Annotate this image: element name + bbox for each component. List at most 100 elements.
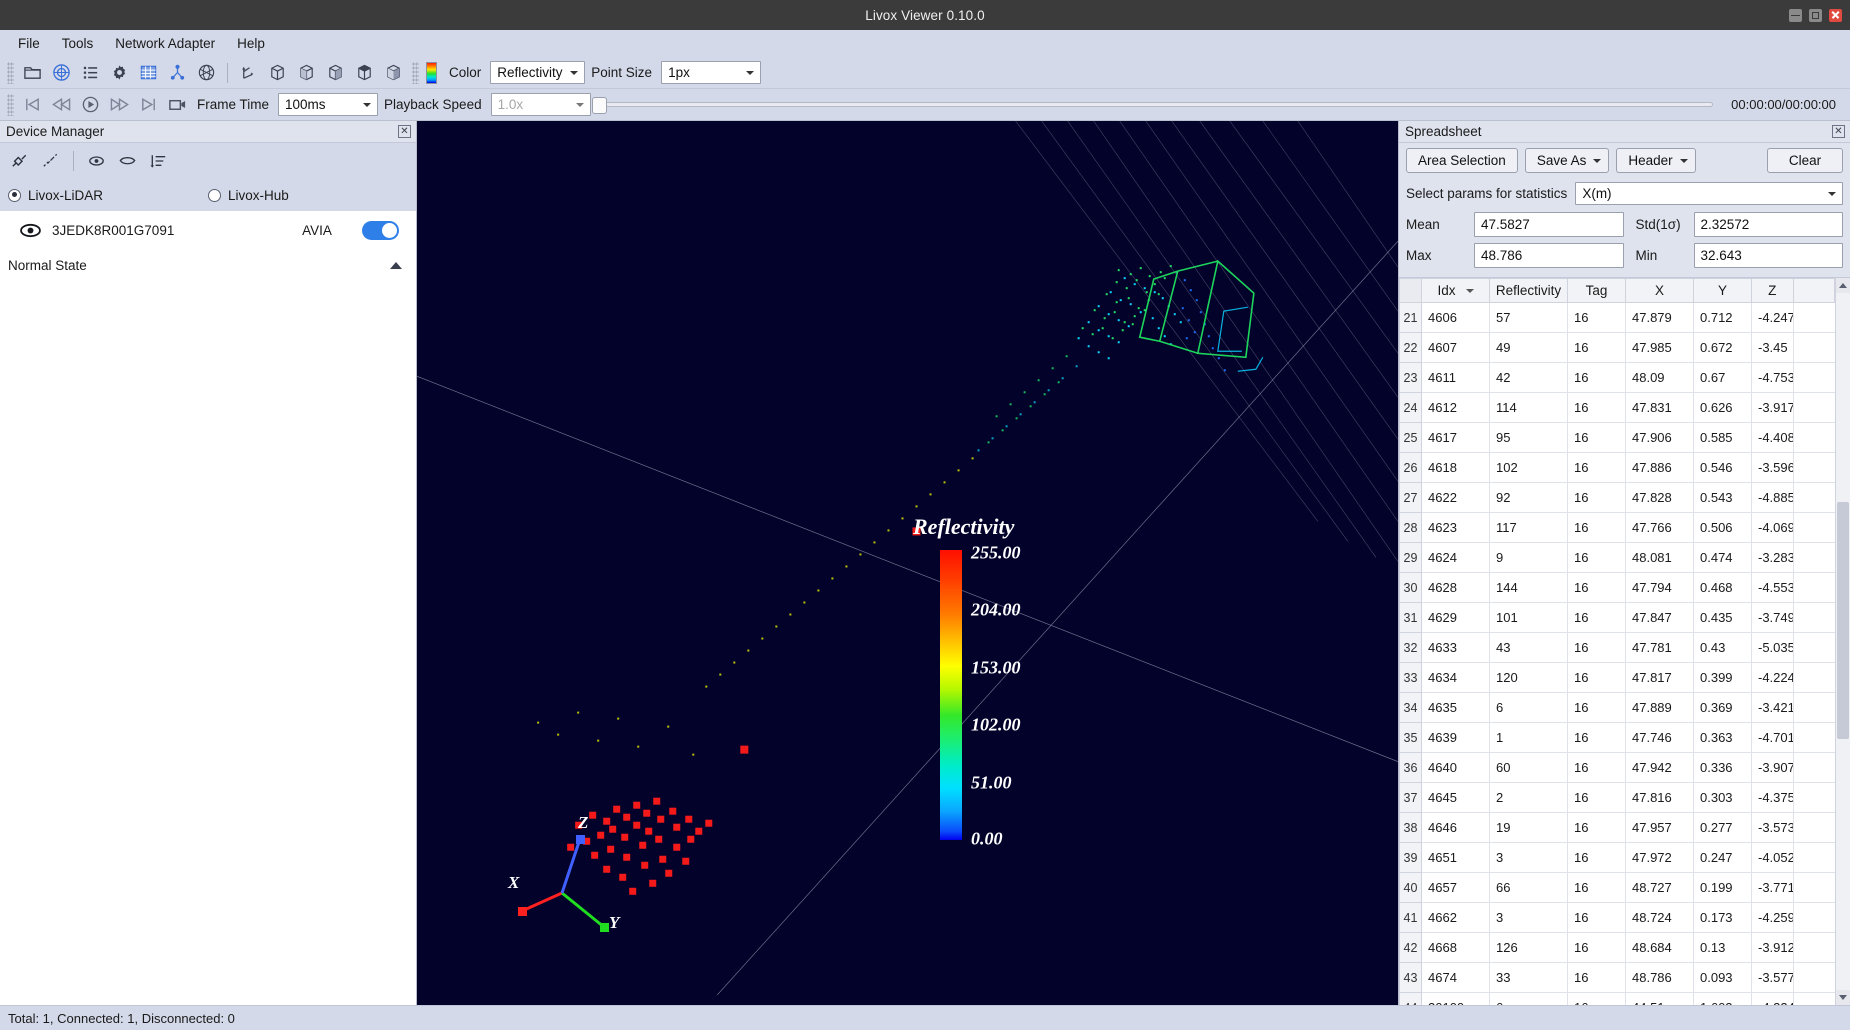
column-header-idx[interactable]: Idx [1421, 278, 1490, 303]
table-row[interactable]: 27 4622 92 16 47.828 0.543 -4.885 [1399, 482, 1835, 513]
connect-device-icon[interactable] [6, 148, 33, 174]
column-header-reflectivity[interactable]: Reflectivity [1489, 278, 1568, 303]
table-row[interactable]: 442010061644.511.602-4.224 [1399, 992, 1835, 1005]
table-row[interactable]: 37 4645 2 16 47.816 0.303 -4.375 [1399, 782, 1835, 813]
table-row[interactable]: 23 4611 42 16 48.09 0.67 -4.753 [1399, 362, 1835, 393]
column-header-tag[interactable]: Tag [1567, 278, 1626, 303]
cube-iso-icon[interactable] [380, 60, 407, 86]
maximize-button[interactable] [1809, 8, 1822, 22]
table-row[interactable]: 36 4640 60 16 47.942 0.336 -3.907 [1399, 752, 1835, 783]
fast-forward-icon[interactable] [106, 92, 133, 118]
chevron-up-icon[interactable] [390, 261, 402, 269]
playback-slider-handle[interactable] [591, 97, 607, 114]
radio-livox-hub[interactable]: Livox-Hub [208, 188, 289, 203]
cube-top-icon[interactable] [351, 60, 378, 86]
minimize-button[interactable] [1789, 8, 1802, 22]
table-row[interactable]: 38 4646 19 16 47.957 0.277 -3.573 [1399, 812, 1835, 843]
row-number[interactable]: 40 [1399, 872, 1422, 903]
menu-network-adapter[interactable]: Network Adapter [105, 33, 225, 54]
table-row[interactable]: 42 4668 126 16 48.684 0.13 -3.912 [1399, 932, 1835, 963]
row-number[interactable]: 42 [1399, 932, 1422, 963]
statistics-params-select[interactable]: X(m) [1575, 182, 1843, 205]
row-number[interactable]: 32 [1399, 632, 1422, 663]
table-row[interactable]: 33 4634 120 16 47.817 0.399 -4.224 [1399, 662, 1835, 693]
row-number[interactable]: 36 [1399, 752, 1422, 783]
table-row[interactable]: 40 4657 66 16 48.727 0.199 -3.771 [1399, 872, 1835, 903]
row-number[interactable]: 38 [1399, 812, 1422, 843]
lidar-scan-icon[interactable] [114, 148, 141, 174]
table-row[interactable]: 32 4633 43 16 47.781 0.43 -5.035 [1399, 632, 1835, 663]
frame-time-select[interactable]: 100ms [278, 93, 379, 116]
color-mode-select[interactable]: Reflectivity [490, 61, 586, 84]
scrollbar-thumb[interactable] [1837, 502, 1849, 740]
point-cloud-sphere-icon[interactable] [193, 60, 220, 86]
column-header-z[interactable]: Z [1751, 278, 1794, 303]
table-row[interactable]: 25 4617 95 16 47.906 0.585 -4.408 [1399, 422, 1835, 453]
cube-front-icon[interactable] [293, 60, 320, 86]
table-row[interactable]: 34 4635 6 16 47.889 0.369 -3.421 [1399, 692, 1835, 723]
row-number[interactable]: 29 [1399, 542, 1422, 573]
table-row[interactable]: 30 4628 144 16 47.794 0.468 -4.553 [1399, 572, 1835, 603]
network-topology-icon[interactable] [164, 60, 191, 86]
row-number[interactable]: 39 [1399, 842, 1422, 873]
table-row[interactable]: 35 4639 1 16 47.746 0.363 -4.701 [1399, 722, 1835, 753]
table-row[interactable]: 28 4623 117 16 47.766 0.506 -4.069 [1399, 512, 1835, 543]
clear-button[interactable]: Clear [1767, 148, 1843, 173]
device-row[interactable]: 3JEDK8R001G7091 AVIA [0, 211, 416, 249]
record-video-icon[interactable] [164, 92, 191, 118]
spreadsheet-close-icon[interactable]: ✕ [1832, 125, 1845, 138]
table-row[interactable]: 29 4624 9 16 48.081 0.474 -3.283 [1399, 542, 1835, 573]
disconnect-device-icon[interactable] [37, 148, 64, 174]
row-number[interactable]: 26 [1399, 452, 1422, 483]
table-row[interactable]: 31 4629 101 16 47.847 0.435 -3.749 [1399, 602, 1835, 633]
column-header-y[interactable]: Y [1693, 278, 1752, 303]
row-number[interactable]: 33 [1399, 662, 1422, 693]
row-number[interactable]: 31 [1399, 602, 1422, 633]
device-manager-close-icon[interactable]: ✕ [398, 125, 411, 138]
row-number[interactable]: 35 [1399, 722, 1422, 753]
scroll-up-button[interactable] [1836, 278, 1850, 293]
toolbar-grip-2[interactable] [412, 61, 419, 84]
axis-coord-icon[interactable] [235, 60, 262, 86]
point-size-select[interactable]: 1px [661, 61, 762, 84]
point-cloud-viewport[interactable]: X Y Z Reflectivity 255.00 204.00 153.00 … [417, 121, 1398, 1005]
skip-start-icon[interactable] [19, 92, 46, 118]
column-header-x[interactable]: X [1625, 278, 1694, 303]
table-row[interactable]: 43 4674 33 16 48.786 0.093 -3.577 [1399, 962, 1835, 993]
row-number[interactable]: 34 [1399, 692, 1422, 723]
menu-tools[interactable]: Tools [52, 33, 104, 54]
row-number[interactable]: 30 [1399, 572, 1422, 603]
cube-view-icon[interactable] [264, 60, 291, 86]
close-window-button[interactable] [1829, 8, 1842, 22]
row-number[interactable]: 41 [1399, 902, 1422, 933]
area-selection-button[interactable]: Area Selection [1406, 148, 1518, 173]
list-view-icon[interactable] [77, 60, 104, 86]
table-row[interactable]: 22 4607 49 16 47.985 0.672 -3.45 [1399, 332, 1835, 363]
table-row[interactable]: 26 4618 102 16 47.886 0.546 -3.596 [1399, 452, 1835, 483]
playback-toolbar-grip[interactable] [7, 93, 14, 116]
preview-eye-icon[interactable] [83, 148, 110, 174]
header-button[interactable]: Header [1616, 148, 1696, 173]
scroll-down-button[interactable] [1836, 990, 1850, 1005]
menu-help[interactable]: Help [227, 33, 275, 54]
row-number[interactable]: 28 [1399, 512, 1422, 543]
row-number[interactable]: 43 [1399, 962, 1422, 993]
settings-gear-icon[interactable] [106, 60, 133, 86]
row-number[interactable]: 21 [1399, 302, 1422, 333]
eye-icon[interactable] [18, 222, 52, 239]
row-number[interactable]: 23 [1399, 362, 1422, 393]
toolbar-grip[interactable] [7, 61, 14, 84]
table-row[interactable]: 24 4612 114 16 47.831 0.626 -3.917 [1399, 392, 1835, 423]
radio-livox-lidar[interactable]: Livox-LiDAR [8, 188, 208, 203]
sort-list-icon[interactable] [145, 148, 172, 174]
scrollbar-track[interactable] [1836, 293, 1850, 990]
row-number[interactable]: 37 [1399, 782, 1422, 813]
row-number[interactable]: 24 [1399, 392, 1422, 423]
row-number[interactable]: 25 [1399, 422, 1422, 453]
grid-table-icon[interactable] [135, 60, 162, 86]
device-power-toggle[interactable] [362, 220, 399, 240]
cube-side-icon[interactable] [322, 60, 349, 86]
table-row[interactable]: 41 4662 3 16 48.724 0.173 -4.259 [1399, 902, 1835, 933]
play-icon[interactable] [77, 92, 104, 118]
row-number[interactable]: 22 [1399, 332, 1422, 363]
